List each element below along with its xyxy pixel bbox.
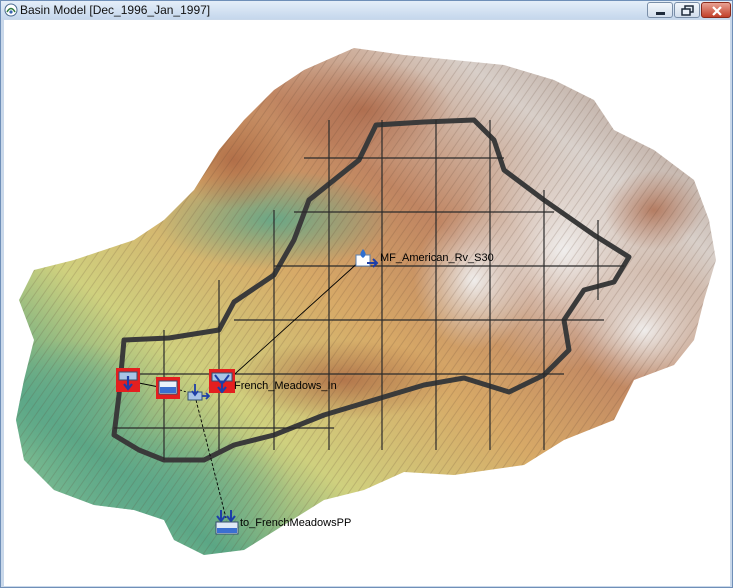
basin-map-canvas[interactable]: MF_American_Rv_S30 French_Meadows_In to_… xyxy=(4,20,730,586)
close-icon xyxy=(712,6,722,16)
terrain-map xyxy=(16,48,716,555)
element-label: French_Meadows_In xyxy=(234,380,337,392)
restore-icon xyxy=(681,5,694,16)
element-label: MF_American_Rv_S30 xyxy=(380,252,494,264)
close-button[interactable] xyxy=(701,2,731,18)
junction-icon[interactable] xyxy=(209,369,235,393)
minimize-icon xyxy=(656,12,665,15)
reservoir-icon[interactable] xyxy=(116,368,140,392)
restore-button[interactable] xyxy=(674,2,700,18)
title-bar[interactable]: Basin Model [Dec_1996_Jan_1997] xyxy=(1,1,732,19)
minimize-button[interactable] xyxy=(647,2,673,18)
hec-hms-app-icon xyxy=(4,3,18,17)
diversion-icon[interactable] xyxy=(186,384,210,406)
element-label: to_FrenchMeadowsPP xyxy=(240,517,352,529)
window-title: Basin Model [Dec_1996_Jan_1997] xyxy=(20,3,211,17)
terrain-relief xyxy=(16,48,716,555)
subbasin-icon[interactable] xyxy=(355,249,379,269)
reservoir-icon[interactable] xyxy=(156,377,180,399)
basin-model-window: Basin Model [Dec_1996_Jan_1997] MF_Ameri… xyxy=(0,0,733,588)
sink-icon[interactable] xyxy=(215,510,241,536)
